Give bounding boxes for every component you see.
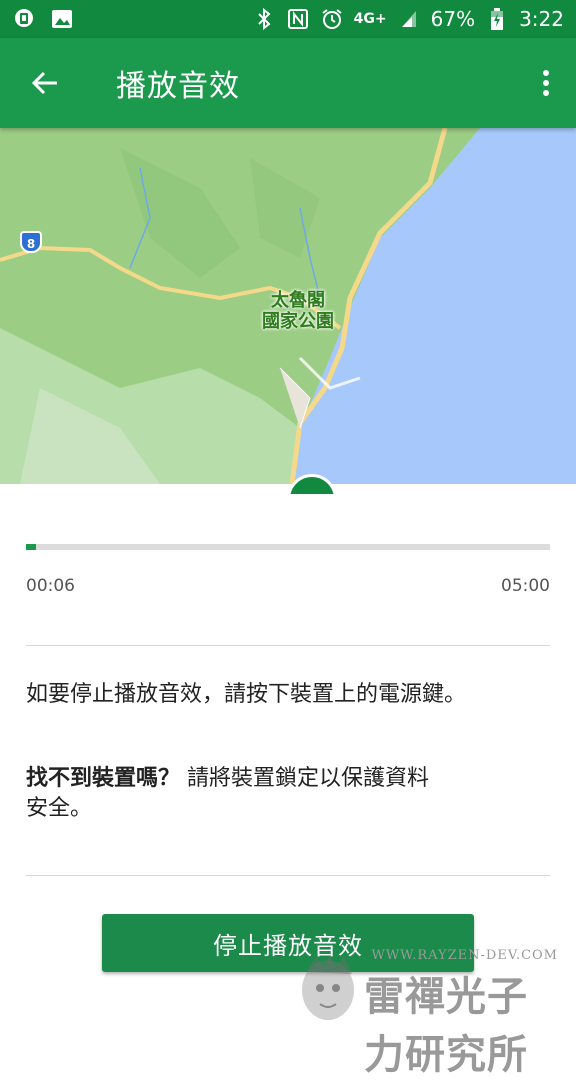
stop-instructions: 如要停止播放音效，請按下裝置上的電源鍵。 bbox=[26, 682, 467, 707]
playback-progress-bar bbox=[26, 544, 550, 550]
map-place-label: 太魯閣 國家公園 bbox=[262, 290, 334, 332]
status-bar: 4G+ 67% 3:22 bbox=[0, 0, 576, 38]
network-type: 4G+ bbox=[353, 11, 387, 27]
back-button[interactable] bbox=[0, 38, 90, 128]
app-bar: 播放音效 bbox=[0, 38, 576, 128]
watermark-url: WWW.RAYZEN-DEV.COM bbox=[371, 948, 558, 963]
elapsed-time: 00:06 bbox=[26, 576, 75, 596]
battery-percent: 67% bbox=[430, 7, 476, 31]
signal-icon bbox=[397, 7, 421, 31]
road-shield-marker: 8 bbox=[20, 231, 42, 253]
clock: 3:22 bbox=[519, 7, 564, 31]
lost-device-question: 找不到裝置嗎？ bbox=[26, 766, 181, 791]
watermark-logo-icon bbox=[302, 954, 354, 1020]
divider-bottom bbox=[26, 875, 550, 876]
device-location-marker bbox=[287, 474, 337, 494]
map-view[interactable]: 8 太魯閣 國家公園 bbox=[0, 128, 576, 484]
overflow-menu-button[interactable] bbox=[516, 38, 576, 128]
more-vert-icon bbox=[543, 70, 549, 96]
watermark: WWW.RAYZEN-DEV.COM 雷禪光子力研究所 bbox=[296, 944, 568, 1078]
alarm-icon bbox=[320, 7, 344, 31]
divider-top bbox=[26, 645, 550, 646]
total-time: 05:00 bbox=[501, 576, 550, 596]
map-place-label-line2: 國家公園 bbox=[262, 311, 334, 332]
playback-progress-fill bbox=[26, 544, 37, 550]
lost-device-message: 找不到裝置嗎？ 請將裝置鎖定以保護資料安全。 bbox=[26, 764, 446, 824]
page-title: 播放音效 bbox=[116, 69, 240, 104]
watermark-text: 雷禪光子力研究所 bbox=[364, 974, 528, 1078]
image-notification-icon bbox=[50, 7, 74, 31]
battery-charging-icon bbox=[485, 7, 509, 31]
map-place-label-line1: 太魯閣 bbox=[271, 290, 325, 311]
arrow-back-icon bbox=[31, 71, 57, 95]
bluetooth-icon bbox=[252, 7, 276, 31]
location-pin-notification-icon bbox=[12, 7, 36, 31]
nfc-icon bbox=[286, 7, 310, 31]
